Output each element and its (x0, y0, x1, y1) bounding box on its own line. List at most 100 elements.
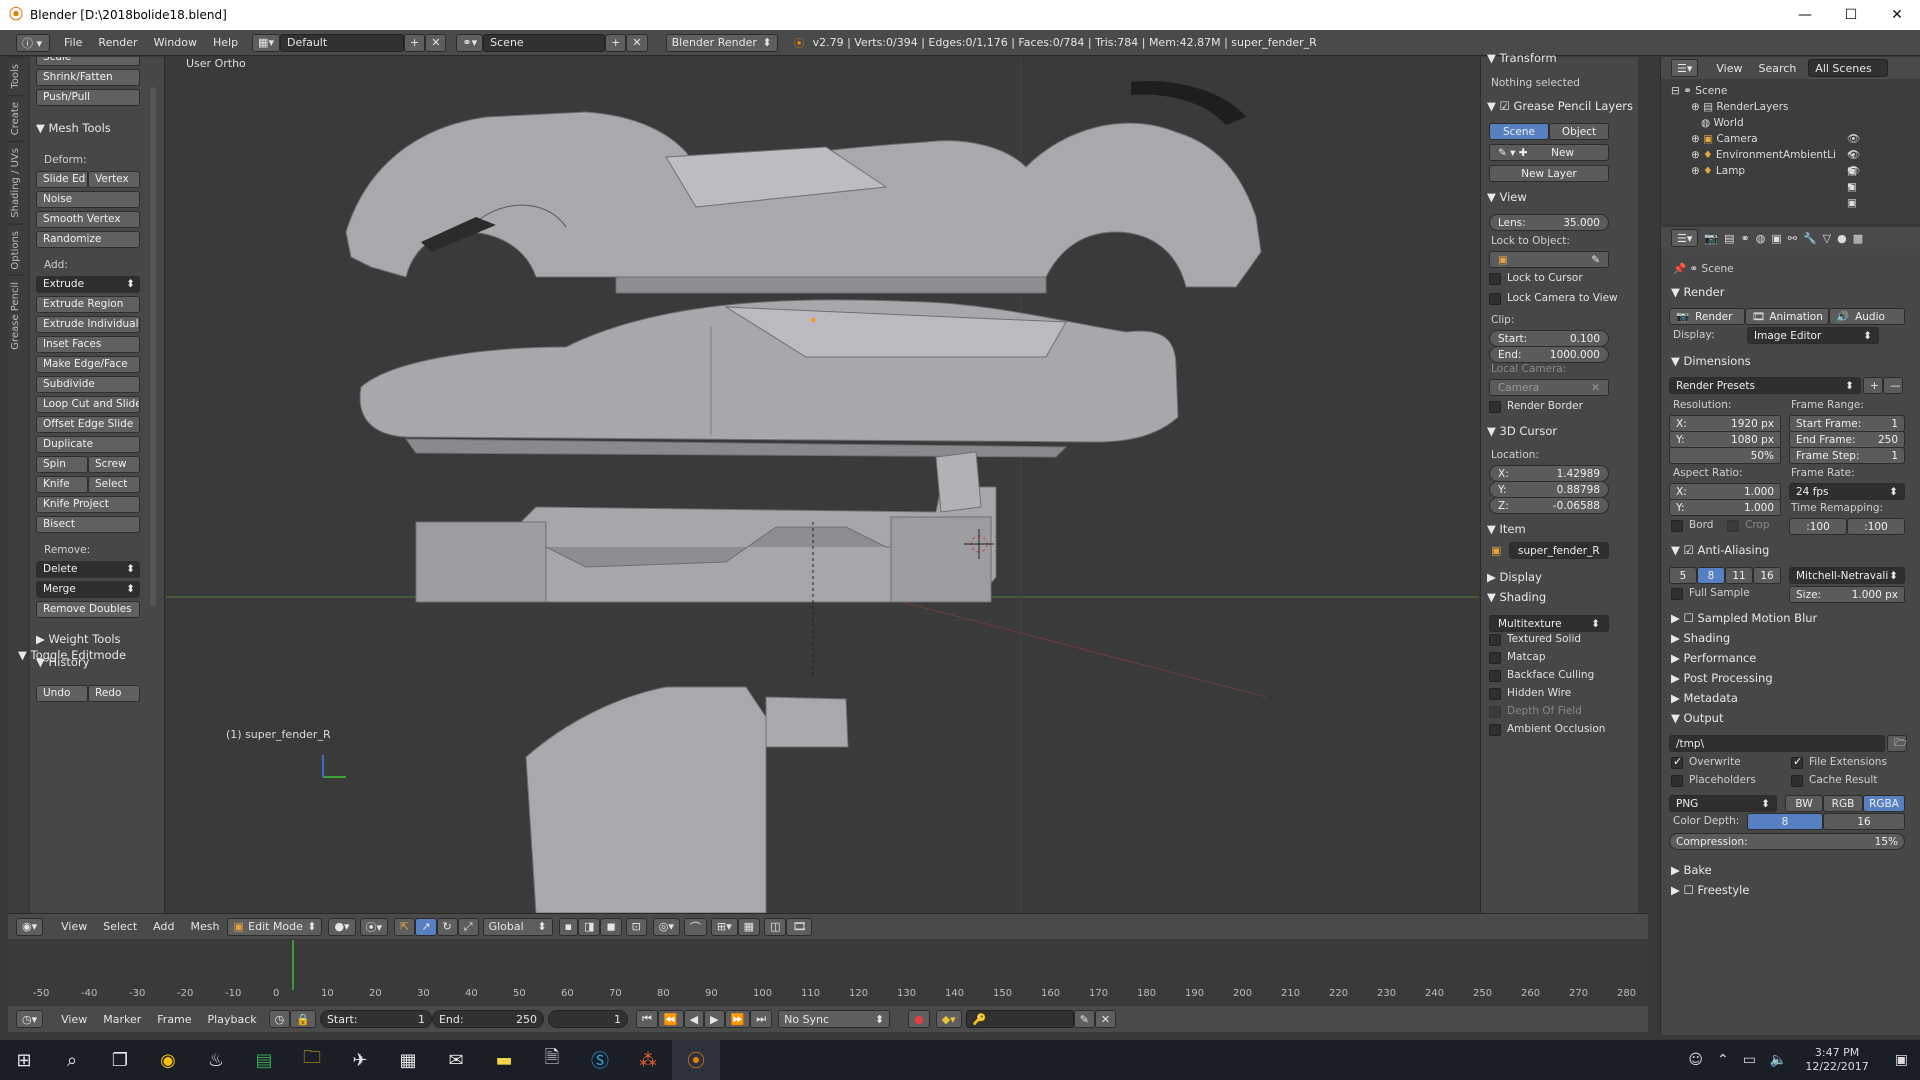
translate-icon[interactable]: ↗ (415, 917, 437, 936)
mesh-tools-header[interactable]: ▼ Mesh Tools (36, 121, 111, 135)
outliner-item-renderlayers[interactable]: ⊕ ▤ RenderLayers (1671, 99, 1836, 115)
viewport-select-menu[interactable]: Select (95, 920, 145, 933)
display-select[interactable]: Image Editor ⬍ (1747, 327, 1879, 344)
add-layout-icon[interactable]: + (403, 33, 426, 52)
remove-preset-button[interactable]: — (1883, 377, 1903, 394)
vertex-slide-button[interactable]: Vertex (88, 171, 140, 188)
merge-select[interactable]: Merge ⬍ (36, 581, 140, 598)
lock-to-cursor-checkbox[interactable] (1489, 273, 1501, 285)
tab-shading-uvs[interactable]: Shading / UVs (8, 140, 23, 224)
skype-icon[interactable]: Ⓢ (576, 1040, 624, 1080)
data-tab-icon[interactable]: ▽ (1823, 232, 1831, 245)
record-icon[interactable]: ● (908, 1010, 930, 1028)
clip-start-field[interactable]: Start: 0.100 (1489, 330, 1609, 347)
world-tab-icon[interactable]: ◍ (1756, 232, 1766, 245)
rgba-button[interactable]: RGBA (1863, 795, 1905, 812)
hidden-wire-checkbox[interactable] (1489, 688, 1501, 700)
render-header[interactable]: ▼ Render (1671, 285, 1724, 299)
cursor-z-field[interactable]: Z: -0.06588 (1489, 497, 1609, 514)
weight-tools-header[interactable]: ▶ Weight Tools (36, 632, 121, 646)
add-scene-icon[interactable]: + (605, 33, 627, 52)
blender-taskbar-icon[interactable]: ⦿ (672, 1040, 720, 1080)
audio-button[interactable]: 🔊 Audio (1829, 308, 1905, 325)
render-border-checkbox[interactable] (1489, 401, 1501, 413)
ambient-occlusion-checkbox[interactable] (1489, 724, 1501, 736)
current-frame-field[interactable]: 1 (547, 1010, 628, 1028)
placeholders-checkbox[interactable] (1671, 775, 1683, 787)
falloff-icon[interactable]: ⌒ (683, 917, 707, 936)
pivot-icon[interactable]: ⦿▾ (359, 917, 389, 936)
remove-scene-icon[interactable]: ✕ (626, 33, 648, 52)
outliner-editor-icon[interactable]: ☰▾ (1671, 59, 1699, 77)
next-keyframe-icon[interactable]: ⏩ (724, 1010, 751, 1028)
grease-pencil-header[interactable]: ▼ ☑ Grease Pencil Layers (1487, 99, 1633, 113)
jump-end-icon[interactable]: ⏭ (750, 1010, 773, 1028)
knife-select-button[interactable]: Select (88, 476, 140, 493)
shading-props-header[interactable]: ▶ Shading (1671, 631, 1730, 645)
rgb-button[interactable]: RGB (1823, 795, 1863, 812)
renderlayers-tab-icon[interactable]: ▤ (1724, 232, 1734, 245)
item-name-field[interactable]: super_fender_R (1509, 542, 1609, 559)
outliner-item-environment[interactable]: ⊕ ♦ EnvironmentAmbientLi 👁 ↖ ▣ (1671, 147, 1860, 193)
chrome-icon[interactable]: ◉ (144, 1040, 192, 1080)
aa-filter-select[interactable]: Mitchell-Netravali ⬍ (1789, 567, 1905, 584)
frame-step-field[interactable]: Frame Step: 1 (1789, 447, 1905, 464)
bw-button[interactable]: BW (1785, 795, 1823, 812)
scale-icon[interactable]: ⤢ (457, 917, 479, 936)
anti-aliasing-header[interactable]: ▼ ☑ Anti-Aliasing (1671, 543, 1769, 557)
backface-culling-checkbox[interactable] (1489, 670, 1501, 682)
menu-render[interactable]: Render (90, 36, 145, 49)
people-icon[interactable]: ☺ (1688, 1052, 1703, 1068)
push-pull-button[interactable]: Push/Pull (36, 89, 140, 106)
scene-tab-icon[interactable]: ⚭ (1741, 232, 1750, 245)
inset-faces-button[interactable]: Inset Faces (36, 336, 140, 353)
output-header[interactable]: ▼ Output (1671, 711, 1723, 725)
constraints-tab-icon[interactable]: ⚯ (1788, 232, 1797, 245)
tab-grease-pencil[interactable]: Grease Pencil (8, 275, 23, 356)
shading-header[interactable]: ▼ Shading (1487, 590, 1546, 604)
texture-tab-icon[interactable]: ▩ (1853, 232, 1863, 245)
format-select[interactable]: PNG ⬍ (1669, 795, 1777, 812)
shrink-fatten-button[interactable]: Shrink/Fatten (36, 69, 140, 86)
crop-checkbox[interactable] (1727, 520, 1739, 532)
proportional-icon[interactable]: ◎▾ (652, 917, 680, 936)
depth-16-button[interactable]: 16 (1823, 813, 1905, 830)
taskbar-time[interactable]: 3:47 PM (1805, 1046, 1868, 1060)
shading-mode-select[interactable]: Multitexture ⬍ (1489, 615, 1609, 632)
keying-set-icon[interactable]: ◆▾ (935, 1010, 962, 1028)
taskbar-date[interactable]: 12/22/2017 (1805, 1060, 1868, 1074)
cursor-y-field[interactable]: Y: 0.88798 (1489, 481, 1609, 498)
opengl-render-icon[interactable]: 🎞 (786, 917, 813, 936)
render-presets-select[interactable]: Render Presets ⬍ (1669, 377, 1861, 394)
mail-icon[interactable]: ✉ (432, 1040, 480, 1080)
manipulator-icon[interactable]: ⇱ (394, 917, 416, 936)
task-view-icon[interactable]: ❐ (96, 1040, 144, 1080)
overwrite-checkbox[interactable] (1671, 755, 1683, 769)
scene-field[interactable]: Scene (483, 33, 606, 52)
documents-icon[interactable]: 🗎 (528, 1040, 576, 1080)
3d-cursor-header[interactable]: ▼ 3D Cursor (1487, 424, 1557, 438)
steam-icon[interactable]: ♨ (192, 1040, 240, 1080)
shading-solid-icon[interactable]: ●▾ (328, 917, 356, 936)
face-select-icon[interactable]: ◼ (600, 917, 622, 936)
start-icon[interactable]: ⊞ (0, 1040, 48, 1080)
snap-icon[interactable]: ⊞▾ (710, 917, 738, 936)
viewport-view-menu[interactable]: View (53, 920, 95, 933)
freestyle-header[interactable]: ▶ ☐ Freestyle (1671, 883, 1749, 897)
editor-type-info-icon[interactable]: ⓘ ▾ (16, 33, 50, 52)
file-explorer-icon[interactable]: 🗀 (288, 1040, 336, 1080)
occlude-icon[interactable]: ⊡ (625, 917, 647, 936)
jump-start-icon[interactable]: ⏮ (635, 1010, 658, 1028)
new-layer-button[interactable]: New Layer (1489, 165, 1609, 182)
add-preset-button[interactable]: + (1863, 377, 1883, 394)
gp-object-button[interactable]: Object (1549, 123, 1609, 140)
transform-header[interactable]: ▼ Transform (1487, 51, 1557, 65)
outliner-item-lamp[interactable]: ⊕ ♦ Lamp 👁 ↖ ▣ (1671, 163, 1860, 209)
toggle-editmode-header[interactable]: ▼ Toggle Editmode (18, 648, 126, 662)
outliner-search-menu[interactable]: Search (1751, 62, 1805, 75)
search-icon[interactable]: ⌕ (48, 1040, 96, 1080)
render-tab-icon[interactable]: 📷 (1704, 232, 1718, 245)
menu-file[interactable]: File (56, 36, 90, 49)
lens-field[interactable]: Lens: 35.000 (1489, 214, 1609, 231)
object-tab-icon[interactable]: ▣ (1771, 232, 1781, 245)
